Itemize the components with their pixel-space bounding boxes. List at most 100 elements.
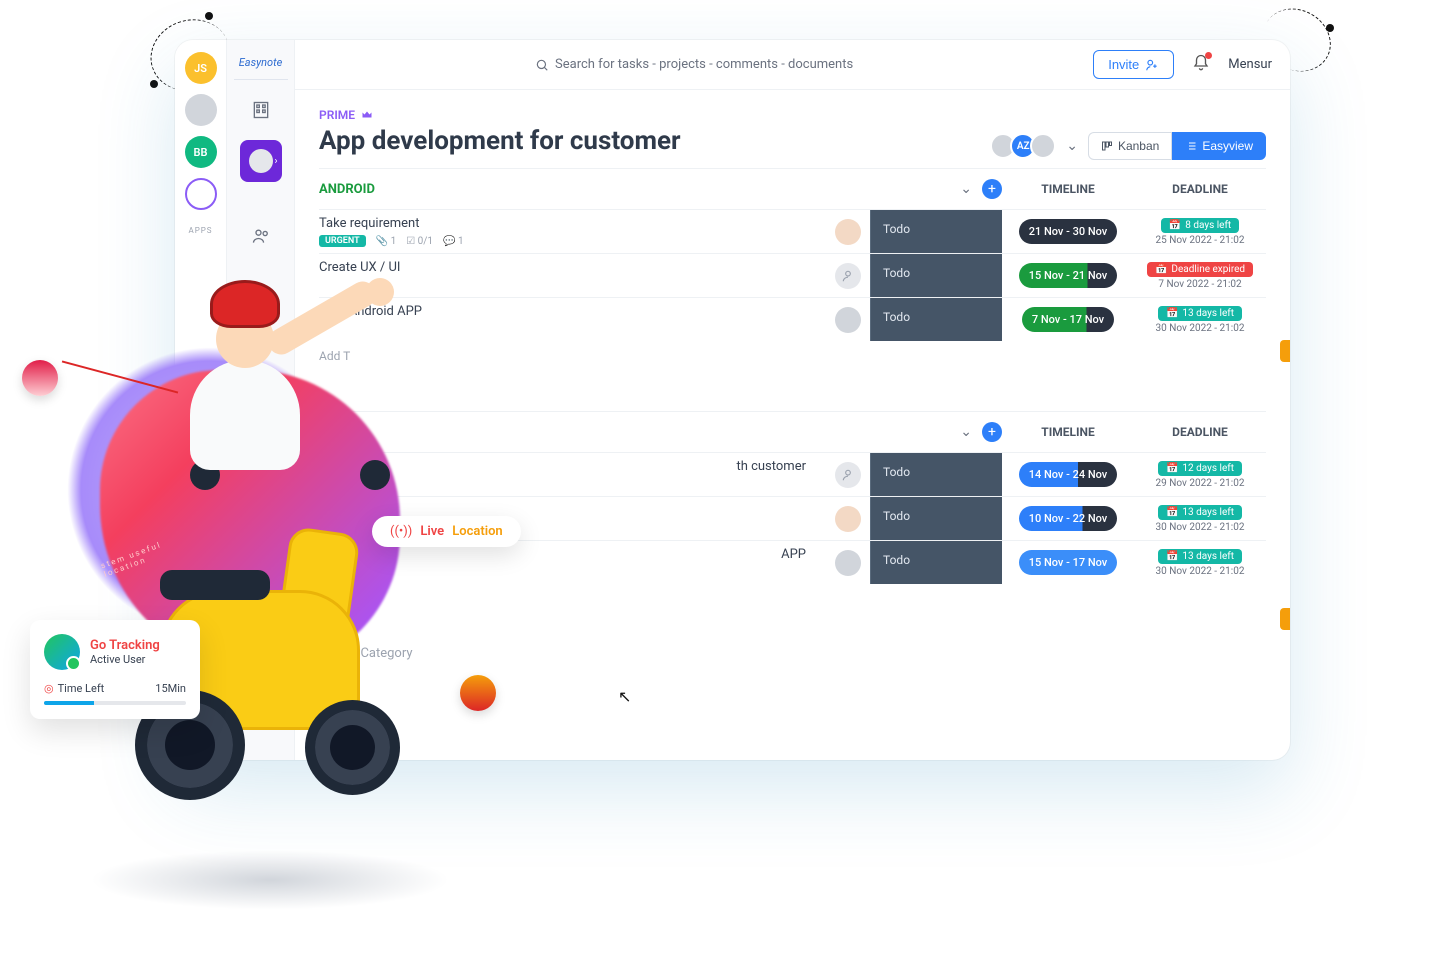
timeline-pill[interactable]: 7 Nov - 17 Nov (1022, 307, 1114, 332)
comment-count: 💬 1 (443, 236, 464, 247)
search-input[interactable]: Search for tasks - projects - comments -… (313, 57, 1075, 72)
unassigned-icon[interactable] (835, 462, 861, 488)
assignee-avatar[interactable] (835, 219, 861, 245)
content: ANDROID ⌄ + TIMELINE DEADLINE Take requi… (295, 168, 1290, 760)
deadline-chip: 📅 13 days left (1158, 549, 1242, 564)
timeline-pill[interactable]: 21 Nov - 30 Nov (1019, 219, 1118, 244)
status-cell[interactable]: Todo (870, 453, 1002, 496)
workspace-avatar[interactable] (185, 94, 217, 126)
project-avatar-active[interactable]: › (240, 140, 282, 182)
deadline-date: 29 Nov 2022 - 21:02 (1156, 478, 1245, 489)
main-panel: Search for tasks - projects - comments -… (295, 40, 1290, 760)
section-header: ANDROID ⌄ + TIMELINE DEADLINE (319, 168, 1266, 209)
username[interactable]: Mensur (1228, 57, 1272, 72)
decor-dot (150, 80, 158, 88)
task-title: ta of Android APP (319, 304, 826, 319)
live-location-pill: ((•)) Live Location (372, 516, 521, 547)
signal-icon: ((•)) (390, 524, 412, 539)
apps-label: APPS (188, 226, 212, 235)
add-category-button[interactable]: +Add Category (319, 634, 1266, 673)
deadline-chip: 📅 8 days left (1161, 218, 1239, 233)
search-placeholder: Search for tasks - projects - comments -… (555, 57, 853, 72)
app-logo: Easynote (234, 52, 288, 80)
col-timeline: TIMELINE (1002, 425, 1134, 439)
timeline-pill[interactable]: 10 Nov - 22 Nov (1019, 506, 1118, 531)
workspace-avatar-selected[interactable] (185, 178, 217, 210)
deadline-date: 30 Nov 2022 - 21:02 (1156, 522, 1245, 533)
member-avatars[interactable]: AZ (996, 133, 1056, 159)
kanban-icon (1101, 140, 1113, 152)
page-header: PRIME App development for customer AZ ⌄ … (295, 90, 1290, 168)
company-icon[interactable] (245, 94, 277, 126)
deadline-date: 30 Nov 2022 - 21:02 (1156, 323, 1245, 334)
deadline-chip: 📅 13 days left (1158, 306, 1242, 321)
task-row[interactable]: th customer Todo 14 Nov - 24 Nov 📅 12 da… (319, 452, 1266, 496)
invite-icon (1145, 58, 1159, 72)
deadline-chip: 📅 13 days left (1158, 505, 1242, 520)
assignee-avatar[interactable] (835, 506, 861, 532)
timeline-pill[interactable]: 15 Nov - 21 Nov (1019, 263, 1118, 288)
task-row[interactable]: Take requirement URGENT 📎 1 ☑ 0/1 💬 1 To… (319, 209, 1266, 253)
team-icon[interactable] (245, 220, 277, 252)
assignee-avatar[interactable] (835, 550, 861, 576)
floating-avatar (460, 675, 496, 711)
section-header: ⌄ + TIMELINE DEADLINE (319, 411, 1266, 452)
time-left-label: Time Left (58, 682, 105, 695)
section-collapse-icon[interactable]: ⌄ (960, 181, 972, 197)
cursor-icon: ↖ (618, 687, 631, 706)
tracking-subtitle: Active User (90, 653, 160, 666)
section-color-tab (1280, 340, 1290, 362)
decor-shadow (90, 850, 450, 910)
col-deadline: DEADLINE (1134, 425, 1266, 439)
timeline-pill[interactable]: 14 Nov - 24 Nov (1019, 462, 1118, 487)
unassigned-icon[interactable] (835, 263, 861, 289)
deadline-chip: 📅 Deadline expired (1147, 262, 1253, 277)
view-easyview-button[interactable]: Easyview (1172, 132, 1266, 160)
tracking-avatar (44, 634, 80, 670)
rider-illustration (170, 280, 330, 510)
add-task-link[interactable]: Add T (319, 341, 1266, 371)
status-cell[interactable]: Todo (870, 298, 1002, 341)
task-title: Create UX / UI (319, 260, 826, 275)
prime-badge: PRIME (319, 108, 681, 122)
status-cell[interactable]: Todo (870, 254, 1002, 297)
add-task-button[interactable]: + (982, 422, 1002, 442)
deadline-chip: 📅 12 days left (1158, 461, 1242, 476)
target-icon: ◎ (44, 682, 54, 695)
add-task-button[interactable]: + (982, 179, 1002, 199)
crown-icon (361, 109, 373, 121)
tracking-title: Go Tracking (90, 638, 160, 653)
attachment-count: 📎 1 (376, 236, 397, 247)
progress-bar (44, 701, 186, 705)
status-cell[interactable]: Todo (870, 497, 1002, 540)
assignee-avatar[interactable] (835, 307, 861, 333)
col-deadline: DEADLINE (1134, 182, 1266, 196)
checklist-count: ☑ 0/1 (406, 236, 433, 247)
task-title: Take requirement (319, 216, 826, 231)
status-cell[interactable]: Todo (870, 541, 1002, 584)
deadline-date: 25 Nov 2022 - 21:02 (1156, 235, 1245, 246)
task-row[interactable]: ta of Android APP Todo 7 Nov - 17 Nov 📅 … (319, 297, 1266, 341)
workspace-avatar[interactable]: JS (185, 52, 217, 84)
notifications-icon[interactable] (1192, 54, 1210, 76)
workspace-avatar[interactable]: BB (185, 136, 217, 168)
timeline-pill[interactable]: 15 Nov - 17 Nov (1019, 550, 1118, 575)
decor-dot (205, 12, 213, 20)
deadline-date: 30 Nov 2022 - 21:02 (1156, 566, 1245, 577)
invite-button[interactable]: Invite (1093, 50, 1174, 79)
members-dropdown-icon[interactable]: ⌄ (1066, 138, 1078, 154)
page-title: App development for customer (319, 126, 681, 156)
deadline-date: 7 Nov 2022 - 21:02 (1158, 279, 1241, 290)
topbar: Search for tasks - projects - comments -… (295, 40, 1290, 90)
urgent-badge: URGENT (319, 235, 366, 247)
section-name[interactable]: ANDROID (319, 182, 960, 197)
status-cell[interactable]: Todo (870, 210, 1002, 253)
decor-dot (1326, 24, 1334, 32)
section-color-tab (1280, 608, 1290, 630)
floating-avatar (22, 360, 58, 396)
search-icon (535, 58, 549, 72)
view-kanban-button[interactable]: Kanban (1088, 132, 1172, 160)
col-timeline: TIMELINE (1002, 182, 1134, 196)
task-row[interactable]: Create UX / UI Todo 15 Nov - 21 Nov 📅 De… (319, 253, 1266, 297)
section-collapse-icon[interactable]: ⌄ (960, 424, 972, 440)
